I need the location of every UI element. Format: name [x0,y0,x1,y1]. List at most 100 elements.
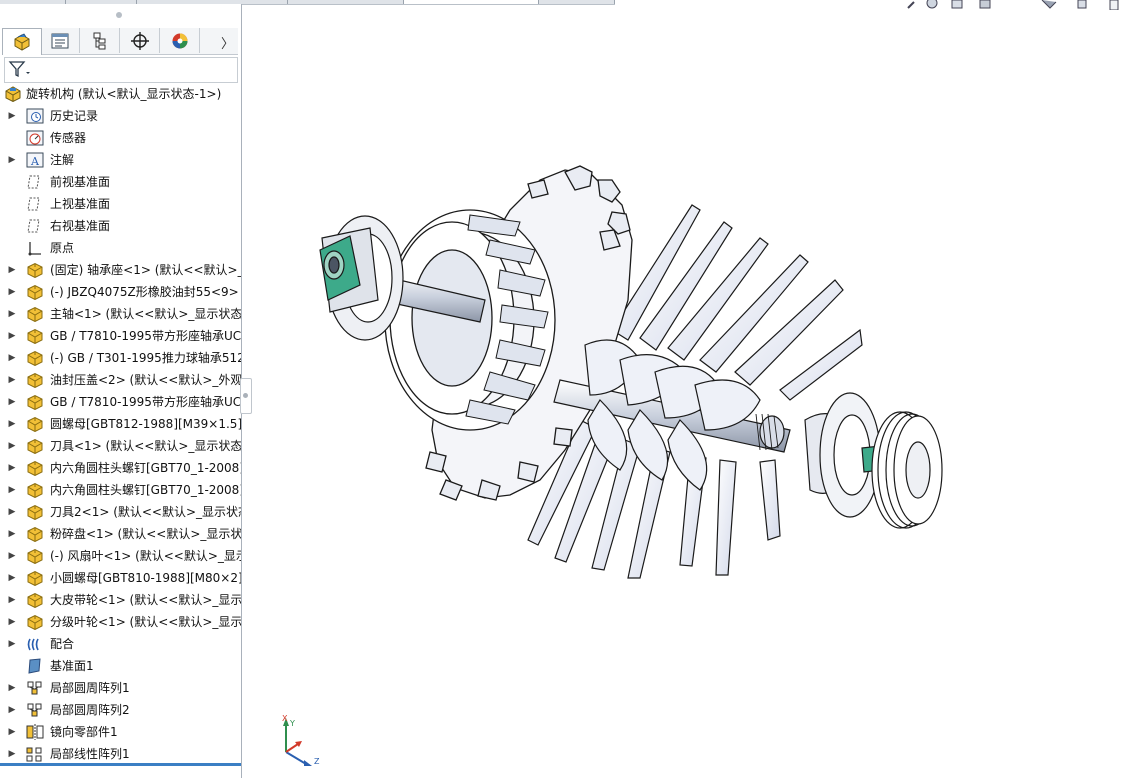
part-icon [27,482,43,498]
expand-arrow-icon[interactable]: ▶ [8,149,16,171]
display-manager-tab[interactable] [161,28,200,53]
tree-item[interactable]: ▶ GB / T7810-1995带方形座轴承UCF [0,391,241,413]
tree-item[interactable]: ▶ 历史记录 [0,105,241,127]
expand-arrow-icon[interactable]: ▶ [8,105,16,127]
tree-item[interactable]: ▶ (-) GB / T301-1995推力球轴承512 [0,347,241,369]
expand-arrow-icon[interactable]: ▶ [8,743,16,765]
expand-arrow-icon [8,193,16,215]
expand-arrow-icon[interactable]: ▶ [8,567,16,589]
tree-item[interactable]: ▶ 局部线性阵列1 [0,743,241,765]
manager-tabs: 〉 [2,28,238,55]
expand-arrow-icon[interactable]: ▶ [8,523,16,545]
tree-item-label: 油封压盖<2> (默认<<默认>_外观 . [50,373,241,387]
tree-item[interactable]: ▶ 内六角圆柱头螺钉[GBT70_1-2008][ [0,457,241,479]
linear-pattern-icon [26,747,42,762]
expand-arrow-icon[interactable]: ▶ [8,369,16,391]
tree-item[interactable]: ▶ 内六角圆柱头螺钉[GBT70_1-2008][ [0,479,241,501]
tree-item-label: 局部线性阵列1 [50,747,130,761]
pattern-icon [27,681,42,695]
tree-root-assembly[interactable]: 旋转机构 (默认<默认_显示状态-1>) [0,83,241,105]
tree-item[interactable]: 基准面1 [0,655,241,677]
dimxpert-tab[interactable] [121,28,160,53]
expand-arrow-icon[interactable]: ▶ [8,721,16,743]
expand-arrow-icon [8,127,16,149]
tree-item[interactable]: 前视基准面 [0,171,241,193]
tabs-more-arrow[interactable]: 〉 [221,33,234,52]
expand-arrow-icon[interactable]: ▶ [8,677,16,699]
tree-filter-box[interactable] [4,57,238,83]
plane-icon [27,175,40,189]
expand-arrow-icon[interactable]: ▶ [8,633,16,655]
tree-item-label: 小圆螺母[GBT810-1988][M80×2]< [50,571,241,585]
display-style-icon [979,0,991,9]
tree-item[interactable]: ▶ 分级叶轮<1> (默认<<默认>_显示状 [0,611,241,633]
tree-item[interactable]: ▶ 刀具2<1> (默认<<默认>_显示状态 [0,501,241,523]
part-icon [27,306,43,322]
part-icon [27,328,43,344]
tree-item[interactable]: ▶ 镜向零部件1 [0,721,241,743]
tree-item[interactable]: ▶ (-) JBZQ4075Z形橡胶油封55<9> ( [0,281,241,303]
tree-item[interactable]: ▶ 小圆螺母[GBT810-1988][M80×2]< [0,567,241,589]
tree-item-label: 原点 [50,241,75,255]
tree-item-label: 配合 [50,637,75,651]
tree-item-label: 注解 [50,153,75,167]
tree-item[interactable]: ▶ 配合 [0,633,241,655]
tree-item[interactable]: ▶ (固定) 轴承座<1> (默认<<默认>_显 [0,259,241,281]
expand-arrow-icon [8,237,16,259]
expand-arrow-icon[interactable]: ▶ [8,281,16,303]
tree-item-label: 内六角圆柱头螺钉[GBT70_1-2008][ [50,483,241,497]
expand-arrow-icon[interactable]: ▶ [8,479,16,501]
tree-item-label: (-) GB / T301-1995推力球轴承512 [50,351,241,365]
scene-icon [1077,0,1087,9]
tree-item[interactable]: ▶ 局部圆周阵列2 [0,699,241,721]
tree-item[interactable]: 右视基准面 [0,215,241,237]
expand-arrow-icon[interactable]: ▶ [8,325,16,347]
tree-item[interactable]: 原点 [0,237,241,259]
feature-manager-tab[interactable] [2,28,42,55]
graphics-area[interactable] [242,0,1122,778]
tree-item[interactable]: ▶ 大皮带轮<1> (默认<<默认>_显示状 [0,589,241,611]
panel-bottom-scrollbar[interactable] [0,763,241,766]
configuration-manager-icon [93,32,106,49]
display-manager-icon [172,33,188,48]
tree-item-label: 刀具2<1> (默认<<默认>_显示状态 [50,505,241,519]
expand-arrow-icon[interactable]: ▶ [8,303,16,325]
tree-item[interactable]: 传感器 [0,127,241,149]
tree-item[interactable]: ▶ 刀具<1> (默认<<默认>_显示状态 [0,435,241,457]
tree-item[interactable]: ▶ (-) 风扇叶<1> (默认<<默认>_显示 [0,545,241,567]
expand-arrow-icon[interactable]: ▶ [8,391,16,413]
expand-arrow-icon[interactable]: ▶ [8,457,16,479]
part-icon [27,262,43,278]
expand-arrow-icon [8,215,16,237]
tree-item[interactable]: ▶ A 注解 [0,149,241,171]
expand-arrow-icon[interactable]: ▶ [8,501,16,523]
expand-arrow-icon[interactable]: ▶ [8,435,16,457]
tree-item[interactable]: ▶ 粉碎盘<1> (默认<<默认>_显示状态 [0,523,241,545]
mates-icon [27,638,39,651]
filter-icon[interactable] [7,59,33,81]
expand-arrow-icon[interactable]: ▶ [8,347,16,369]
tree-item[interactable]: ▶ 油封压盖<2> (默认<<默认>_外观 . [0,369,241,391]
expand-arrow-icon[interactable]: ▶ [8,259,16,281]
tree-item[interactable]: ▶ GB / T7810-1995带方形座轴承UCF [0,325,241,347]
part-icon [27,614,43,630]
part-icon [27,394,43,410]
expand-arrow-icon[interactable]: ▶ [8,699,16,721]
tree-item-label: 基准面1 [50,659,94,673]
expand-arrow-icon[interactable]: ▶ [8,413,16,435]
tree-item-label: (-) 风扇叶<1> (默认<<默认>_显示 [50,549,241,563]
mirror-icon [26,724,44,740]
tree-item-label: 大皮带轮<1> (默认<<默认>_显示状 [50,593,241,607]
tree-item[interactable]: 上视基准面 [0,193,241,215]
property-manager-tab[interactable] [41,28,80,53]
panel-grip[interactable] [116,12,122,18]
configuration-manager-tab[interactable] [81,28,120,53]
tree-item[interactable]: ▶ 局部圆周阵列1 [0,677,241,699]
tree-item[interactable]: ▶ 圆螺母[GBT812-1988][M39×1.5]< [0,413,241,435]
expand-arrow-icon[interactable]: ▶ [8,611,16,633]
svg-text:A: A [30,155,40,168]
part-icon [27,284,43,300]
expand-arrow-icon[interactable]: ▶ [8,589,16,611]
expand-arrow-icon[interactable]: ▶ [8,545,16,567]
tree-item[interactable]: ▶ 主轴<1> (默认<<默认>_显示状态 [0,303,241,325]
